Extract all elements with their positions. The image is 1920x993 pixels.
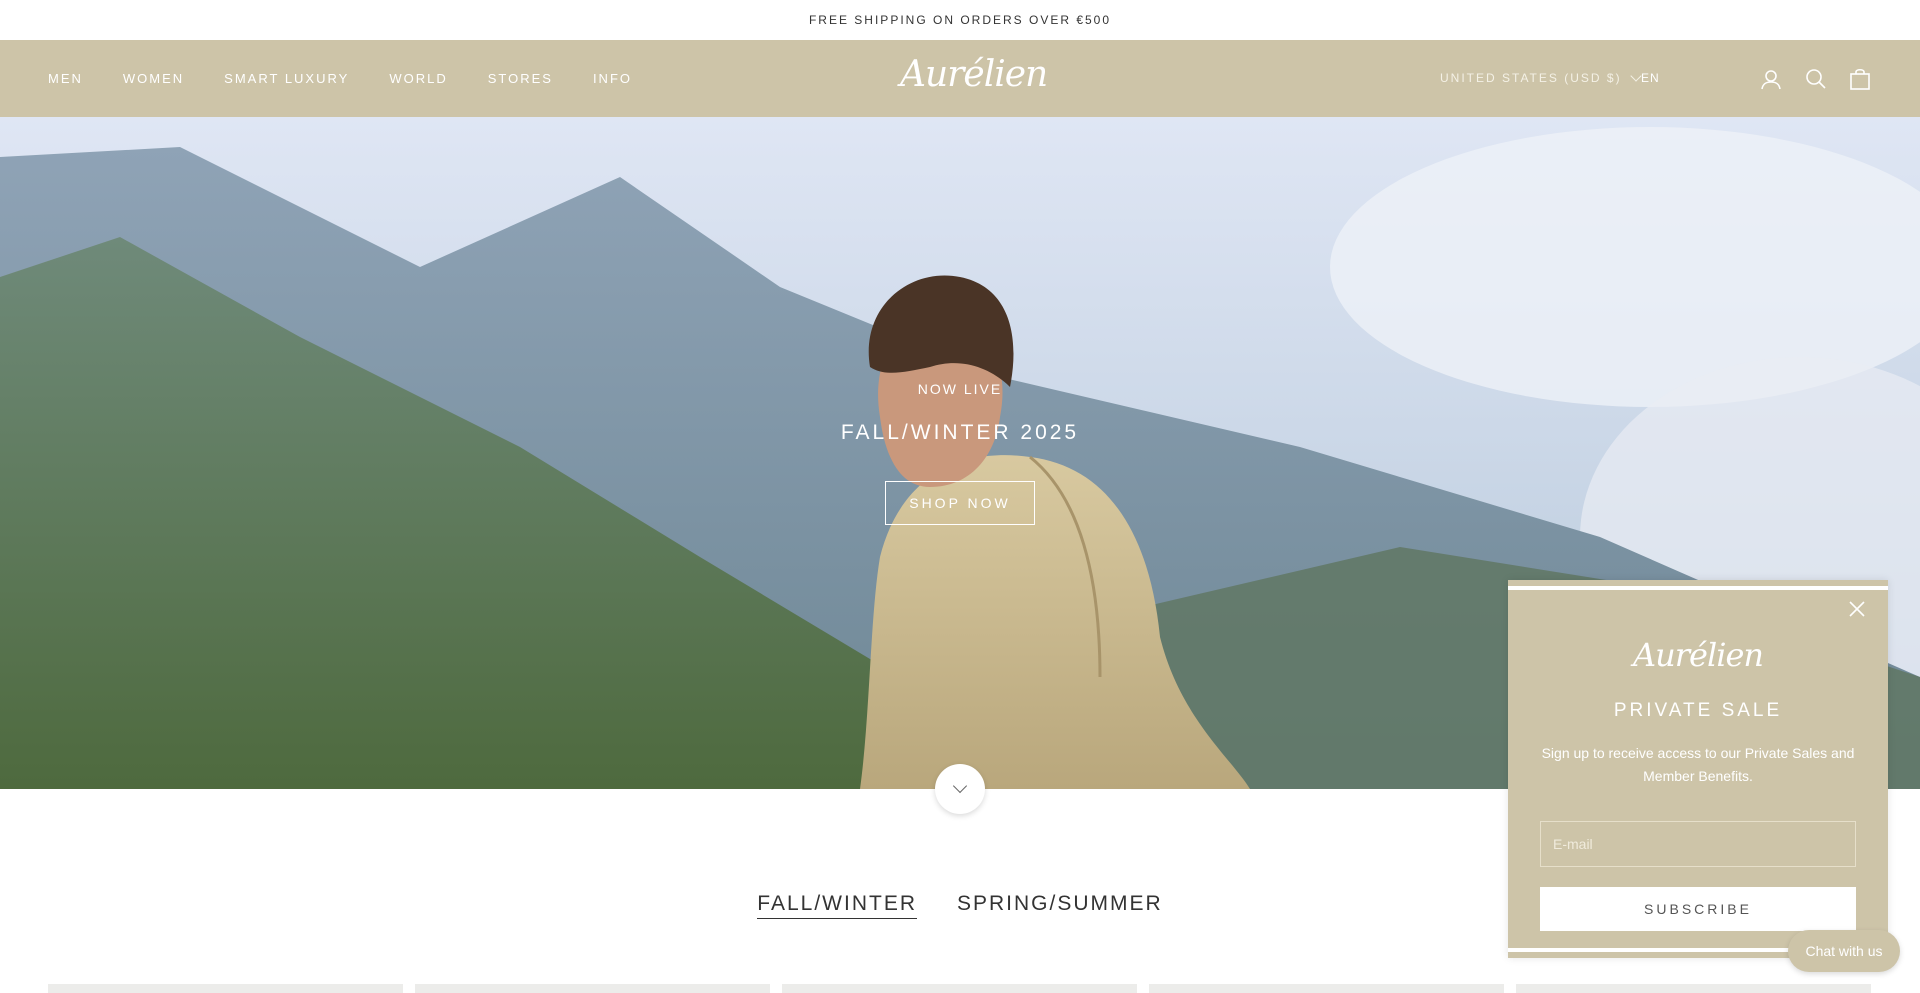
- cart-icon[interactable]: [1847, 66, 1873, 92]
- product-card[interactable]: [1149, 984, 1504, 993]
- nav-item-men[interactable]: MEN: [48, 71, 83, 86]
- main-nav: MEN WOMEN SMART LUXURY WORLD STORES INFO: [48, 71, 632, 86]
- popup-top-border: [1508, 586, 1888, 590]
- announcement-bar: FREE SHIPPING ON ORDERS OVER €500: [0, 0, 1920, 40]
- chevron-down-icon: [1629, 69, 1642, 82]
- shop-now-button[interactable]: SHOP NOW: [885, 481, 1035, 525]
- product-card[interactable]: [1516, 984, 1871, 993]
- chat-button[interactable]: Chat with us: [1788, 930, 1900, 972]
- nav-item-women[interactable]: WOMEN: [123, 71, 184, 86]
- newsletter-popup: Aurélien PRIVATE SALE Sign up to receive…: [1508, 580, 1888, 958]
- announcement-text: FREE SHIPPING ON ORDERS OVER €500: [808, 13, 1112, 27]
- nav-item-world[interactable]: WORLD: [389, 71, 447, 86]
- nav-item-smart-luxury[interactable]: SMART LUXURY: [224, 71, 349, 86]
- nav-item-info[interactable]: INFO: [593, 71, 632, 86]
- tab-spring-summer[interactable]: SPRING/SUMMER: [957, 892, 1163, 919]
- popup-title: PRIVATE SALE: [1613, 700, 1783, 721]
- brand-logo[interactable]: Aurélien: [900, 54, 1048, 95]
- subscribe-button[interactable]: SUBSCRIBE: [1540, 887, 1856, 931]
- account-icon[interactable]: [1758, 66, 1784, 92]
- country-label: UNITED STATES (USD $): [1440, 71, 1622, 85]
- product-grid: [48, 984, 1871, 993]
- chevron-down-icon: [952, 778, 968, 794]
- email-field[interactable]: [1540, 821, 1856, 867]
- language-selector[interactable]: EN: [1641, 71, 1660, 85]
- product-card[interactable]: [415, 984, 770, 993]
- site-header: MEN WOMEN SMART LUXURY WORLD STORES INFO…: [0, 40, 1920, 117]
- country-selector[interactable]: UNITED STATES (USD $): [1440, 69, 1642, 85]
- hero-eyebrow: NOW LIVE: [917, 381, 1003, 397]
- product-card[interactable]: [48, 984, 403, 993]
- product-card[interactable]: [782, 984, 1137, 993]
- scroll-down-button[interactable]: [935, 764, 985, 814]
- close-icon[interactable]: [1848, 600, 1866, 618]
- hero-title: FALL/WINTER 2025: [840, 421, 1080, 444]
- nav-item-stores[interactable]: STORES: [488, 71, 553, 86]
- tab-fall-winter[interactable]: FALL/WINTER: [757, 892, 917, 919]
- search-icon[interactable]: [1803, 66, 1829, 92]
- popup-description: Sign up to receive access to our Private…: [1541, 745, 1855, 784]
- popup-logo: Aurélien: [1633, 636, 1764, 674]
